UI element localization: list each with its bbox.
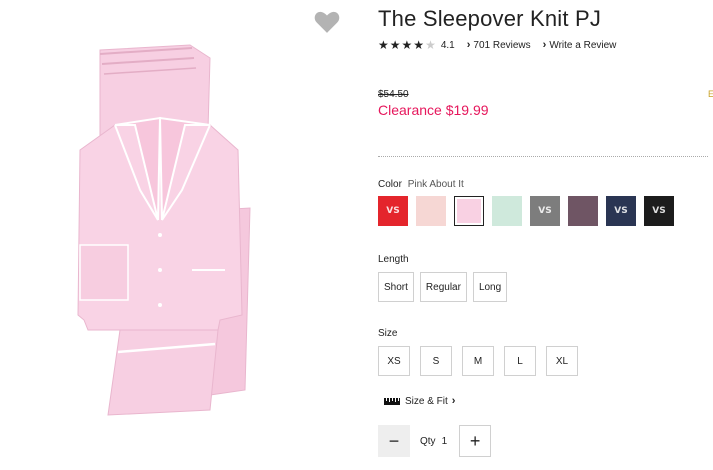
color-swatch-fill: VS bbox=[378, 196, 408, 226]
size-fit-link[interactable]: Size & Fit › bbox=[384, 395, 455, 407]
chevron-right-icon: › bbox=[451, 395, 456, 407]
color-swatch-fill: VS bbox=[606, 196, 636, 226]
color-swatch-fill bbox=[492, 196, 522, 226]
size-option-s[interactable]: S bbox=[420, 346, 452, 376]
write-review-label: Write a Review bbox=[549, 39, 617, 51]
original-price: $54.50 bbox=[378, 89, 409, 100]
size-option-m[interactable]: M bbox=[462, 346, 494, 376]
product-title: The Sleepover Knit PJ bbox=[378, 6, 602, 31]
length-option-long[interactable]: Long bbox=[472, 272, 508, 302]
quantity-label: Qty bbox=[420, 435, 436, 447]
color-swatch[interactable]: VS bbox=[606, 196, 636, 226]
length-options: Short Regular Long bbox=[378, 272, 508, 302]
ruler-icon bbox=[384, 397, 400, 405]
size-label: Size bbox=[378, 328, 398, 339]
size-option-xl[interactable]: XL bbox=[546, 346, 578, 376]
star-rating: ★ ★ ★ ★ ★ bbox=[378, 39, 436, 51]
color-swatch[interactable] bbox=[416, 196, 446, 226]
clearance-price: Clearance $19.99 bbox=[378, 102, 489, 118]
edge-mark: E bbox=[708, 89, 713, 99]
wishlist-heart-icon[interactable] bbox=[314, 10, 340, 34]
color-swatch-fill bbox=[568, 196, 598, 226]
write-review-link[interactable]: › Write a Review bbox=[543, 39, 617, 51]
length-option-short[interactable]: Short bbox=[378, 272, 414, 302]
rating-value: 4.1 bbox=[440, 39, 455, 51]
rating-row: ★ ★ ★ ★ ★ 4.1 › 701 Reviews › Write a Re… bbox=[378, 39, 616, 51]
chevron-right-icon: › bbox=[542, 39, 547, 51]
color-label-text: Color bbox=[378, 179, 402, 190]
star-icon: ★ bbox=[378, 38, 389, 52]
color-swatch-fill: VS bbox=[530, 196, 560, 226]
color-swatches: VS VS VS VS bbox=[378, 196, 674, 226]
quantity-increase-button[interactable]: + bbox=[459, 425, 492, 457]
chevron-right-icon: › bbox=[466, 39, 471, 51]
color-swatch[interactable]: VS bbox=[530, 196, 560, 226]
star-icon: ★ bbox=[401, 38, 413, 52]
star-icon: ★ bbox=[389, 38, 401, 52]
size-options: XS S M L XL bbox=[378, 346, 578, 376]
reviews-link[interactable]: › 701 Reviews bbox=[467, 39, 531, 51]
color-swatch-fill: VS bbox=[644, 196, 674, 226]
product-image bbox=[60, 30, 280, 430]
color-swatch[interactable] bbox=[492, 196, 522, 226]
color-swatch[interactable] bbox=[568, 196, 598, 226]
color-swatch[interactable]: VS bbox=[644, 196, 674, 226]
color-swatch[interactable] bbox=[454, 196, 484, 226]
color-swatch-fill bbox=[457, 199, 481, 223]
star-icon: ★ bbox=[425, 38, 436, 52]
quantity-stepper: − Qty 1 + bbox=[378, 425, 492, 457]
selected-color-name: Pink About It bbox=[407, 179, 464, 190]
color-swatch[interactable]: VS bbox=[378, 196, 408, 226]
size-fit-label: Size & Fit bbox=[405, 395, 448, 407]
divider bbox=[378, 156, 708, 157]
color-swatch-fill bbox=[416, 196, 446, 226]
reviews-label: 701 Reviews bbox=[473, 39, 531, 51]
length-option-regular[interactable]: Regular bbox=[419, 272, 467, 302]
size-option-xs[interactable]: XS bbox=[378, 346, 410, 376]
size-option-l[interactable]: L bbox=[504, 346, 536, 376]
length-label: Length bbox=[378, 254, 409, 265]
star-icon: ★ bbox=[413, 38, 425, 52]
quantity-decrease-button[interactable]: − bbox=[378, 425, 410, 457]
quantity-value: 1 bbox=[441, 435, 448, 447]
color-label: Color Pink About It bbox=[378, 179, 464, 190]
